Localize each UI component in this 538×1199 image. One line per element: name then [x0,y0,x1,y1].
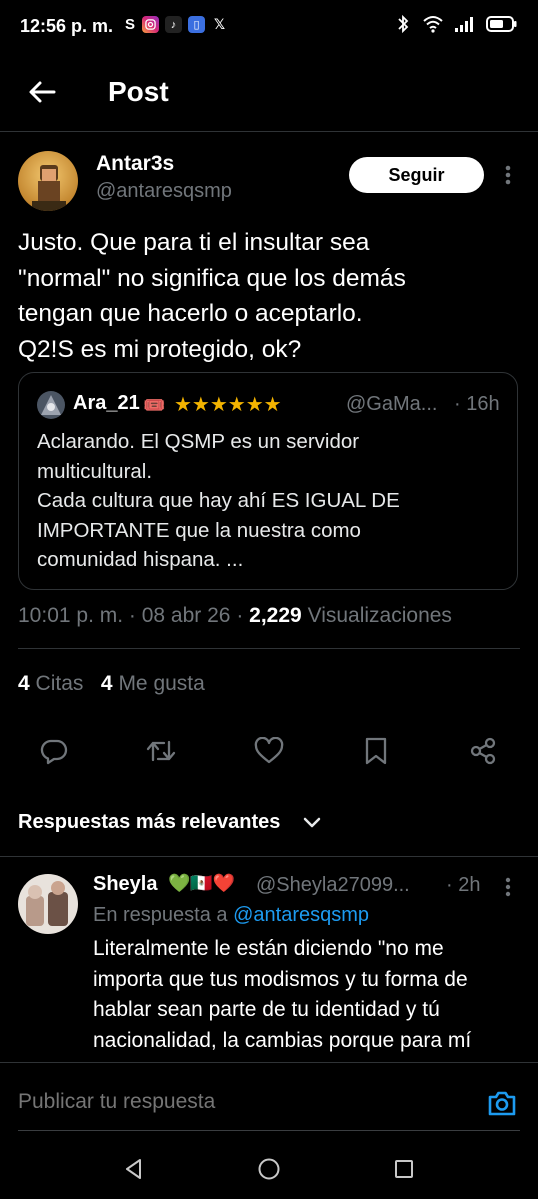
reply-icon [40,739,68,765]
likes-label: Me gusta [118,672,205,695]
s-app-icon: S [124,16,135,33]
author-handle[interactable]: @antaresqsmp [96,180,232,203]
back-arrow-icon[interactable] [26,76,58,108]
camera-icon[interactable] [486,1088,518,1118]
author-name[interactable]: Antar3s [96,152,174,176]
author-avatar[interactable] [18,151,78,211]
bookmark-icon [365,737,387,765]
reply-to-prefix: En respuesta a [93,904,228,926]
signal-icon [455,17,473,32]
views-label: Visualizaciones [307,604,452,627]
reply-more-options-icon[interactable] [500,876,516,898]
system-icons [394,14,518,34]
post-text: Justo. Que para ti el insultar sea "norm… [18,229,406,363]
quotes-label: Citas [35,672,84,695]
likes-stat[interactable]: 4 Me gusta [101,672,205,695]
nav-recents-icon[interactable] [392,1157,416,1181]
reply-text: Literalmente le están diciendo "no me im… [93,937,472,1052]
engagement-counts: 4 Citas 4 Me gusta [18,672,205,696]
nav-back-icon[interactable] [122,1157,146,1181]
battery-icon [486,16,517,32]
replies-sort-label[interactable]: Respuestas más relevantes [18,811,280,834]
post-date: 08 abr 26 [141,604,231,627]
quoted-author-name: Ara_21 [73,392,140,414]
ticket-emoji: 🎟️ [143,395,166,415]
nav-home-icon[interactable] [257,1157,281,1181]
likes-count: 4 [100,672,113,695]
reply-button[interactable] [31,728,77,774]
reply-to-mention[interactable]: @antaresqsmp [233,904,369,926]
quoted-author-handle: @GaMa... [346,393,438,415]
chevron-down-icon[interactable] [302,814,322,832]
views-count: 2,229 [249,604,302,627]
tiktok-icon: ♪ [165,16,182,33]
bookmark-button[interactable] [353,728,399,774]
repost-icon [146,740,176,762]
reply-author-name[interactable]: Sheyla [93,873,157,896]
reply-author-emojis: 💚🇲🇽❤️ [168,873,236,893]
share-button[interactable] [460,728,506,774]
reply-input[interactable] [18,1090,418,1114]
quotes-stat[interactable]: 4 Citas [18,672,83,695]
like-button[interactable] [246,728,292,774]
quoted-post-text: Aclarando. El QSMP es un servidor multic… [37,430,400,571]
repost-button[interactable] [138,728,184,774]
more-options-icon[interactable] [500,160,516,190]
heart-icon [254,737,284,764]
quotes-count: 4 [18,672,30,695]
phone-app-icon: ▯ [188,16,205,33]
x-icon: 𝕏 [213,16,226,32]
bluetooth-icon [398,14,409,34]
header-divider [0,131,538,132]
share-icon [470,737,496,765]
follow-button[interactable]: Seguir [349,157,484,193]
status-bar: 12:56 p. m. S ♪ ▯ 𝕏 [0,0,538,50]
reply-author-handle[interactable]: @Sheyla27099... [256,874,410,897]
wifi-icon [423,16,443,33]
replies-divider [0,856,538,857]
reply-author-avatar[interactable] [18,874,78,934]
reply-to-line: En respuesta a @antaresqsmp [93,904,369,927]
reply-time: · 2h [446,874,481,896]
post-actions [0,728,538,774]
post-time: 10:01 p. m. [18,604,124,627]
status-time: 12:56 p. m. [20,16,114,36]
star-emojis: ★★★★★★ [174,394,282,416]
page-title: Post [108,76,169,107]
quoted-author-avatar [37,391,65,419]
post-meta: 10:01 p. m. · 08 abr 26 · 2,229 Visualiz… [18,604,452,627]
notification-icons: S ♪ ▯ 𝕏 [124,16,228,33]
meta-divider [18,648,520,649]
quoted-post-time: · 16h [454,393,500,415]
composer-underline [18,1130,520,1131]
instagram-icon [142,16,159,33]
